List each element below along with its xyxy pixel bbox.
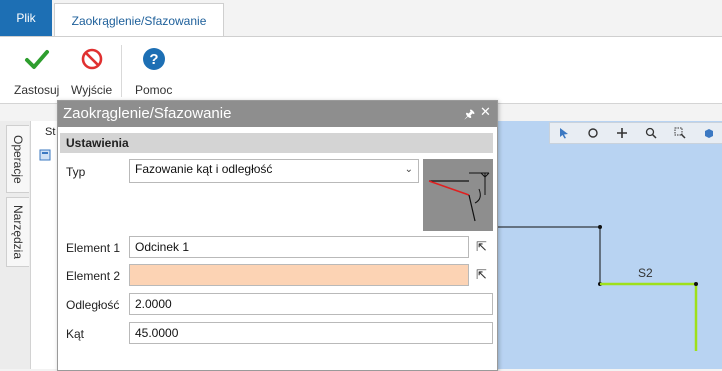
distance-label: Odległość [66, 298, 120, 312]
vertex-point [598, 225, 602, 229]
zoom-icon[interactable] [636, 127, 665, 139]
element1-field[interactable] [129, 236, 469, 258]
apply-label: Zastosuj [14, 83, 60, 97]
canvas-geometry [496, 225, 698, 351]
chevron-down-icon: ⌄ [404, 164, 413, 175]
segment-label-s2: S2 [638, 266, 653, 280]
apply-button[interactable]: Zastosuj [14, 45, 59, 97]
vertex-point [694, 282, 698, 286]
element2-field[interactable] [129, 264, 469, 286]
dialog-title-bar[interactable]: Zaokrąglenie/Sfazowanie 🖈 ✕ [58, 101, 497, 127]
svg-text:?: ? [149, 51, 158, 68]
element1-label: Element 1 [66, 241, 121, 255]
tree-column-header: St [45, 126, 56, 138]
checkmark-icon [24, 45, 50, 73]
close-icon[interactable]: ✕ [480, 104, 491, 120]
tab-file[interactable]: Plik [0, 0, 52, 36]
type-select[interactable]: Fazowanie kąt i odległość ⌄ [129, 159, 419, 183]
type-label: Typ [66, 165, 86, 179]
tab-tools-label: Narzędzia [11, 204, 25, 260]
zoom-window-icon[interactable] [665, 127, 694, 139]
side-panel-tabs: Operacje Narzędzia [0, 121, 31, 369]
help-button[interactable]: ? Pomoc [135, 45, 172, 97]
tab-fillet-chamfer[interactable]: Zaokrąglenie/Sfazowanie [54, 3, 224, 37]
element2-label: Element 2 [66, 269, 121, 283]
plus-icon[interactable] [608, 127, 637, 139]
dialog-title: Zaokrąglenie/Sfazowanie [63, 105, 232, 122]
ribbon: Zastosuj Wyjście ? Pomoc [0, 36, 722, 104]
tab-operations[interactable]: Operacje [6, 125, 29, 193]
no-entry-icon [80, 45, 104, 73]
distance-field[interactable] [129, 293, 493, 315]
drawing-canvas[interactable]: S2 [496, 121, 722, 369]
fillet-chamfer-dialog: Zaokrąglenie/Sfazowanie 🖈 ✕ Ustawienia T… [57, 100, 498, 371]
pick-cursor-icon[interactable]: ⇱ [476, 239, 487, 255]
tab-tools[interactable]: Narzędzia [6, 197, 29, 267]
tab-operations-label: Operacje [11, 134, 25, 184]
exit-button[interactable]: Wyjście [71, 45, 112, 97]
pin-icon[interactable]: 🖈 [464, 105, 475, 126]
tree-node-icon[interactable] [39, 149, 51, 164]
chamfer-preview-image [423, 159, 493, 231]
question-icon: ? [142, 45, 166, 73]
ribbon-separator [121, 45, 122, 97]
exit-label: Wyjście [71, 83, 113, 97]
settings-group-label: Ustawienia [66, 136, 129, 150]
type-select-value: Fazowanie kąt i odległość [135, 162, 273, 176]
angle-field[interactable] [129, 322, 493, 344]
help-label: Pomoc [135, 83, 173, 97]
select-icon[interactable] [550, 127, 579, 139]
view-toolbar [549, 122, 722, 144]
pick-cursor-icon[interactable]: ⇱ [476, 267, 487, 283]
cube-icon[interactable] [694, 127, 722, 139]
angle-label: Kąt [66, 327, 85, 341]
circle-icon[interactable] [579, 127, 608, 139]
settings-group-header: Ustawienia [60, 133, 493, 153]
